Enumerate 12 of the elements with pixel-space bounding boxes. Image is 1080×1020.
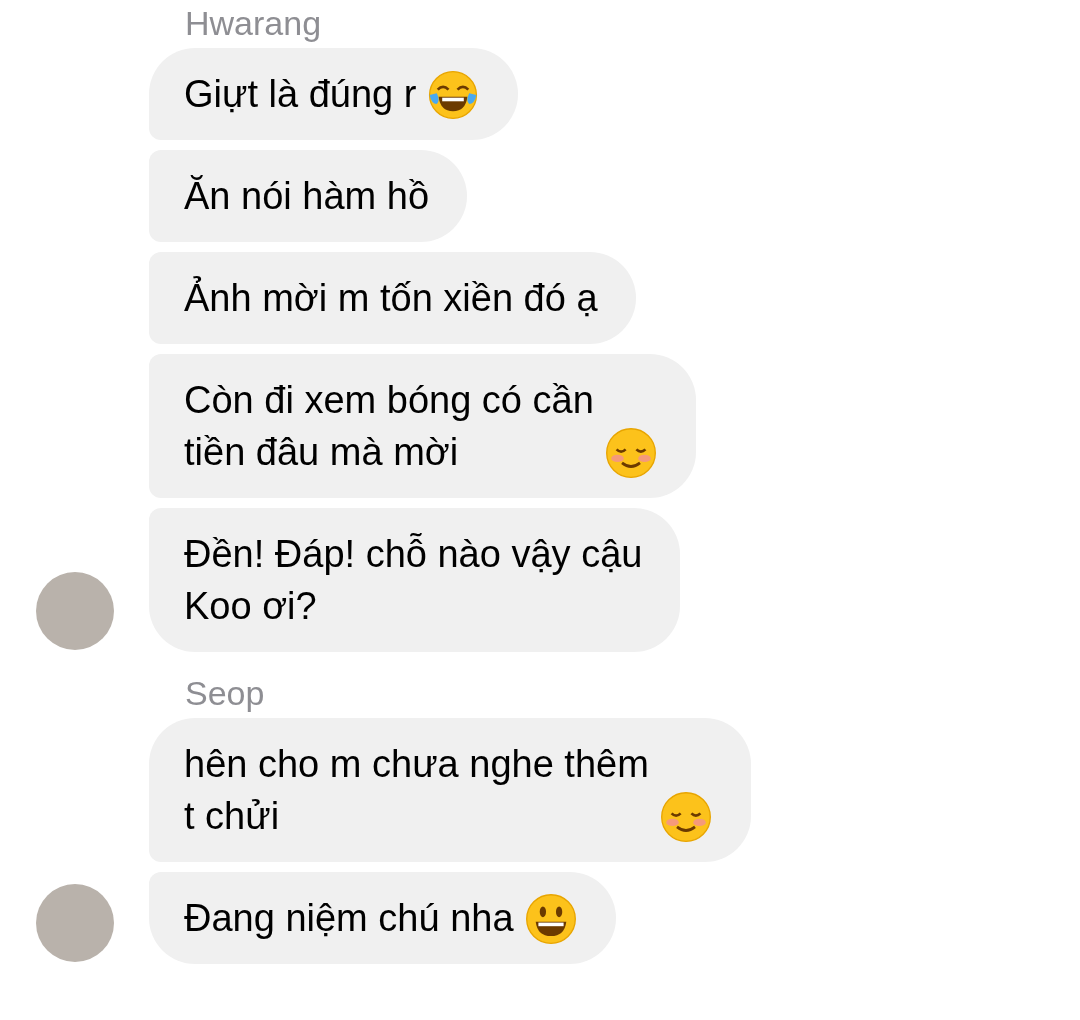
message-text: Còn đi xem bóng có cần tiền đâu mà mời	[184, 378, 594, 475]
message-text: Đền! Đáp! chỗ nào vậy cậu Koo ơi?	[184, 532, 643, 629]
message-text: Ăn nói hàm hồ	[184, 174, 430, 219]
grinning-face-emoji-icon	[523, 892, 578, 946]
smiling-face-emoji-icon	[603, 426, 658, 480]
message-text: Đang niệm chú nha	[184, 896, 514, 941]
sender-name: Hwarang	[185, 3, 323, 44]
message-text: Giựt là đúng r	[184, 72, 417, 117]
smiling-face-emoji-icon	[658, 790, 713, 844]
message-text: hên cho m chưa nghe thêm t chửi	[184, 742, 649, 839]
message-text: Ảnh mời m tốn xiền đó ạ	[184, 275, 598, 321]
sender-name: Seop	[185, 673, 266, 714]
